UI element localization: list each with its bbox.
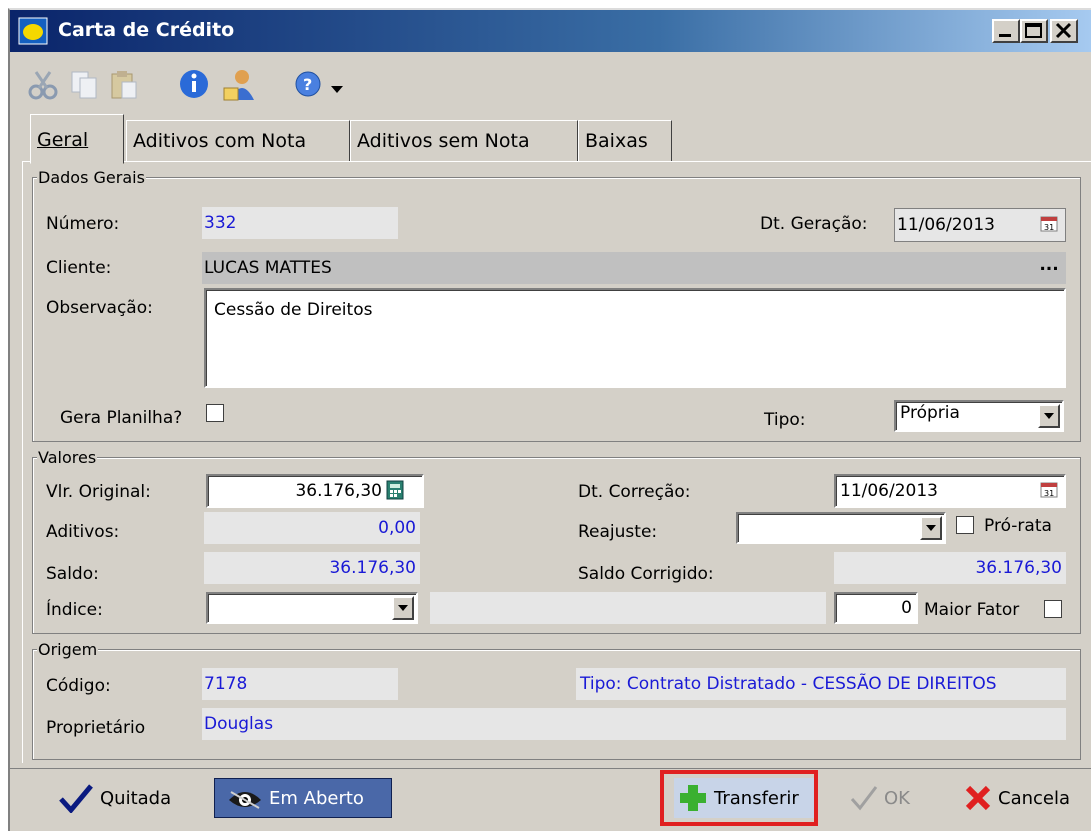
reajuste-dropdown-button[interactable] (920, 516, 942, 540)
group-legend: Valores (37, 448, 98, 467)
saldo-corrigido-field: 36.176,30 (834, 552, 1066, 584)
indice-label: Índice: (46, 600, 103, 620)
calendar-icon[interactable]: 31 (1040, 216, 1058, 232)
info-icon[interactable] (176, 66, 212, 102)
codigo-field: 7178 (202, 668, 398, 700)
copy-icon[interactable] (66, 66, 102, 102)
maior-fator-checkbox[interactable] (1044, 600, 1062, 618)
app-icon (18, 17, 48, 45)
origem-tipo-text: Tipo: Contrato Distratado - CESSÃO DE DI… (576, 668, 1066, 700)
observacao-textarea[interactable]: Cessão de Direitos (204, 288, 1066, 388)
gera-planilha-checkbox[interactable] (206, 404, 224, 422)
chevron-down-icon (398, 605, 408, 611)
help-icon[interactable]: ? (292, 66, 328, 102)
observacao-label: Observação: (46, 298, 153, 318)
proprietario-field: Douglas (202, 708, 1066, 740)
gera-planilha-label: Gera Planilha? (60, 408, 183, 428)
codigo-label: Código: (46, 676, 111, 696)
indice-select[interactable] (206, 592, 418, 624)
fator-input[interactable]: 0 (834, 592, 918, 624)
em-aberto-button[interactable]: Em Aberto (214, 778, 392, 818)
chevron-down-icon (1044, 413, 1054, 419)
tab-aditivos-sem-nota[interactable]: Aditivos sem Nota (350, 120, 578, 162)
cliente-label: Cliente: (46, 258, 112, 278)
dt-geracao-value: 11/06/2013 (897, 215, 995, 235)
transferir-button[interactable]: Transferir (674, 778, 814, 818)
plus-icon (680, 785, 706, 811)
dt-correcao-input[interactable]: 11/06/2013 (834, 474, 1066, 508)
tipo-label: Tipo: (764, 410, 806, 430)
aditivos-label: Aditivos: (46, 522, 120, 542)
tipo-value: Própria (900, 403, 960, 423)
window-title: Carta de Crédito (58, 19, 235, 41)
tab-geral[interactable]: Geral (30, 114, 124, 164)
eye-icon (229, 791, 261, 809)
dt-correcao-label: Dt. Correção: (578, 482, 691, 502)
group-origem: Origem (32, 640, 1081, 760)
toolbar (10, 52, 1091, 110)
indice-dropdown-button[interactable] (392, 596, 414, 620)
indice-description-field (430, 592, 826, 624)
reajuste-label: Reajuste: (578, 522, 658, 542)
group-legend: Origem (37, 640, 99, 659)
maior-fator-label: Maior Fator (924, 600, 1020, 620)
svg-text:31: 31 (1044, 223, 1054, 232)
quitada-button[interactable]: Quitada (58, 778, 188, 818)
maximize-button[interactable] (1020, 19, 1048, 43)
svg-text:?: ? (303, 75, 312, 94)
tipo-dropdown-button[interactable] (1038, 404, 1060, 428)
user-icon[interactable] (222, 66, 258, 102)
calendar-icon[interactable]: 31 (1040, 482, 1058, 498)
proprietario-label: Proprietário (46, 718, 146, 738)
x-icon (965, 785, 991, 811)
numero-field: 332 (202, 207, 398, 239)
aditivos-field: 0,00 (204, 512, 420, 544)
minimize-button[interactable] (992, 19, 1020, 43)
tab-aditivos-com-nota[interactable]: Aditivos com Nota (126, 120, 350, 162)
dt-geracao-label: Dt. Geração: (760, 214, 868, 234)
ok-button[interactable]: OK (850, 778, 930, 818)
tab-baixas[interactable]: Baixas (578, 120, 672, 162)
numero-label: Número: (46, 214, 120, 234)
saldo-label: Saldo: (46, 564, 99, 584)
saldo-field: 36.176,30 (204, 552, 420, 584)
chevron-down-icon (926, 525, 936, 531)
cut-icon[interactable] (26, 66, 62, 102)
vlr-original-label: Vlr. Original: (46, 482, 151, 502)
group-legend: Dados Gerais (37, 168, 146, 187)
checkmark-icon (59, 784, 93, 813)
reajuste-select[interactable] (736, 512, 946, 544)
pro-rata-label: Pró-rata (984, 516, 1052, 536)
saldo-corrigido-label: Saldo Corrigido: (578, 564, 714, 584)
svg-text:31: 31 (1044, 489, 1054, 498)
checkmark-icon (850, 786, 878, 811)
dropdown-arrow-icon[interactable] (330, 80, 344, 93)
cancela-button[interactable]: Cancela (964, 778, 1088, 818)
cliente-lookup-button[interactable]: ... (1034, 252, 1064, 282)
calculator-icon[interactable] (386, 480, 404, 500)
pro-rata-checkbox[interactable] (956, 516, 974, 534)
paste-icon[interactable] (106, 66, 142, 102)
cliente-field[interactable]: LUCAS MATTES (202, 252, 1066, 284)
close-button[interactable] (1050, 19, 1078, 43)
